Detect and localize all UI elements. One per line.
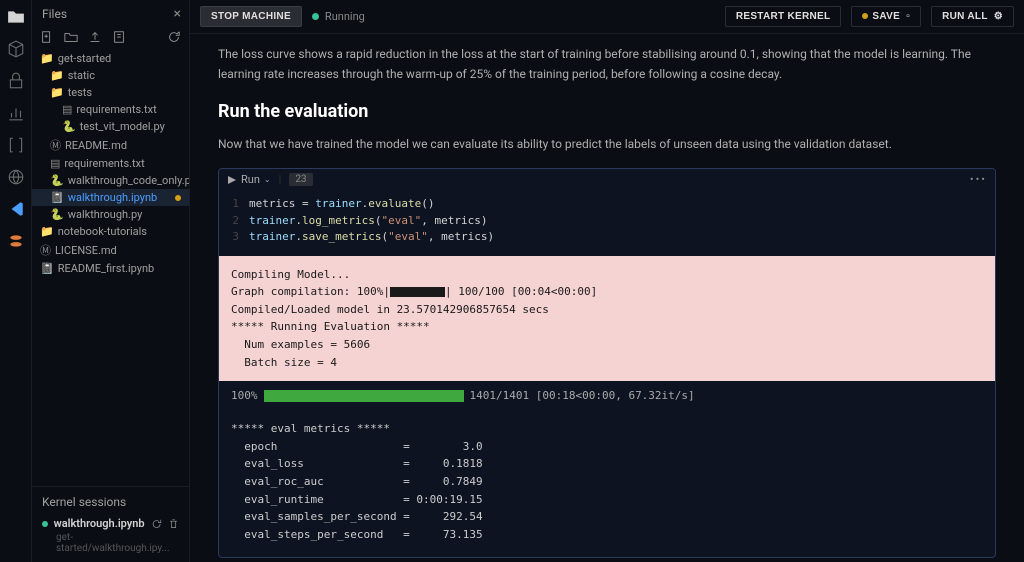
stop-machine-button[interactable]: STOP MACHINE bbox=[200, 6, 302, 27]
file-readme[interactable]: ⓂREADME.md bbox=[32, 135, 189, 155]
output-metrics: ***** eval metrics ***** epoch = 3.0 eva… bbox=[219, 410, 995, 557]
file-test-vit[interactable]: 🐍test_vit_model.py bbox=[32, 118, 189, 135]
file-walkthrough-ipynb[interactable]: 📓walkthrough.ipynb bbox=[32, 189, 189, 206]
cell-toolbar: Run ⌄ | 23 ••• bbox=[219, 169, 995, 190]
kernel-status-dot-icon bbox=[42, 521, 48, 527]
topbar: STOP MACHINE Running RESTART KERNEL SAVE… bbox=[190, 0, 1024, 34]
notebook-content[interactable]: The loss curve shows a rapid reduction i… bbox=[190, 34, 1024, 562]
sidebar-title: Files bbox=[42, 7, 174, 21]
running-dot-icon bbox=[312, 13, 319, 20]
code-cell[interactable]: Run ⌄ | 23 ••• 1metrics = trainer.evalua… bbox=[218, 168, 996, 558]
progress-bar bbox=[264, 390, 464, 402]
kernel-refresh-icon[interactable] bbox=[151, 518, 162, 530]
kernel-item[interactable]: walkthrough.ipynb bbox=[42, 517, 179, 530]
activity-bar bbox=[0, 0, 32, 562]
new-file-icon[interactable] bbox=[40, 30, 54, 44]
unsaved-dot-icon bbox=[175, 195, 181, 201]
kernel-path: get-started/walkthrough.ipy... bbox=[42, 532, 179, 554]
files-tab-icon[interactable] bbox=[7, 8, 25, 26]
file-walkthrough-code-only[interactable]: 🐍walkthrough_code_only.py bbox=[32, 172, 189, 189]
paragraph: The loss curve shows a rapid reduction i… bbox=[218, 44, 996, 85]
globe-icon[interactable] bbox=[7, 168, 25, 186]
main: STOP MACHINE Running RESTART KERNEL SAVE… bbox=[190, 0, 1024, 562]
paragraph: Now that we have trained the model we ca… bbox=[218, 134, 996, 154]
jupyter-icon[interactable] bbox=[7, 232, 25, 250]
folder-static[interactable]: 📁static bbox=[32, 67, 189, 84]
kernel-trash-icon[interactable] bbox=[168, 518, 179, 530]
chart-icon[interactable] bbox=[7, 104, 25, 122]
file-walkthrough-py[interactable]: 🐍walkthrough.py bbox=[32, 206, 189, 223]
new-folder-icon[interactable] bbox=[64, 30, 78, 44]
output-compile: Compiling Model... Graph compilation: 10… bbox=[219, 256, 995, 382]
restart-kernel-button[interactable]: RESTART KERNEL bbox=[725, 6, 842, 27]
folder-notebook-tutorials[interactable]: 📁notebook-tutorials bbox=[32, 223, 189, 240]
execution-count: 23 bbox=[289, 173, 312, 186]
file-requirements-2[interactable]: ▤requirements.txt bbox=[32, 155, 189, 172]
run-all-button[interactable]: RUN ALL ⚙ bbox=[931, 6, 1014, 27]
folder-tests[interactable]: 📁tests bbox=[32, 84, 189, 101]
new-notebook-icon[interactable] bbox=[112, 30, 126, 44]
file-tree: 📁get-started 📁static 📁tests ▤requirement… bbox=[32, 48, 189, 486]
kernel-sessions: Kernel sessions walkthrough.ipynb get-st… bbox=[32, 486, 189, 562]
cell-menu-icon[interactable]: ••• bbox=[970, 173, 987, 186]
close-icon[interactable]: × bbox=[174, 6, 181, 22]
section-heading: Run the evaluation bbox=[218, 101, 996, 122]
sidebar: Files × 📁get-started 📁static 📁tests ▤req… bbox=[32, 0, 190, 562]
lock-icon[interactable] bbox=[7, 72, 25, 90]
file-license[interactable]: ⓂLICENSE.md bbox=[32, 240, 189, 260]
code-editor[interactable]: 1metrics = trainer.evaluate() 2trainer.l… bbox=[219, 190, 995, 256]
file-requirements-1[interactable]: ▤requirements.txt bbox=[32, 101, 189, 118]
machine-status: Running bbox=[312, 10, 365, 23]
upload-icon[interactable] bbox=[88, 30, 102, 44]
vscode-icon[interactable] bbox=[7, 200, 25, 218]
save-button[interactable]: SAVE ▫ bbox=[851, 6, 921, 27]
refresh-icon[interactable] bbox=[167, 30, 181, 44]
folder-get-started[interactable]: 📁get-started bbox=[32, 50, 189, 67]
kernel-header: Kernel sessions bbox=[42, 495, 179, 509]
file-readme-first[interactable]: 📓README_first.ipynb bbox=[32, 260, 189, 277]
brackets-icon[interactable] bbox=[7, 136, 25, 154]
cube-icon[interactable] bbox=[7, 40, 25, 58]
output-progress: 100% 1401/1401 [00:18<00:00, 67.32it/s] bbox=[219, 381, 995, 410]
run-cell-button[interactable]: Run ⌄ bbox=[227, 173, 271, 186]
